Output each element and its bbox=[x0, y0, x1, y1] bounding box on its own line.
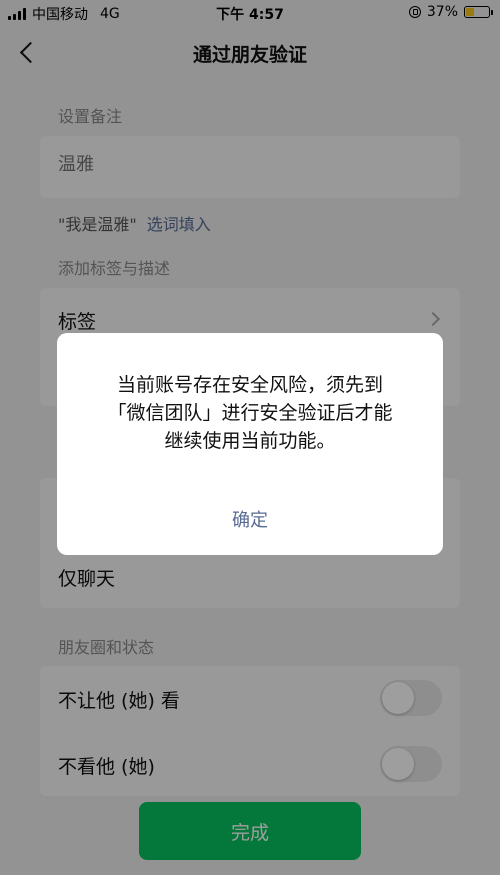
dialog-message-line: 当前账号存在安全风险，须先到 bbox=[116, 374, 383, 396]
dialog-message-line: 「微信团队」进行安全验证后才能 bbox=[107, 402, 393, 424]
dialog-message: 当前账号存在安全风险，须先到 「微信团队」进行安全验证后才能 继续使用当前功能。 bbox=[81, 371, 419, 455]
security-risk-dialog: 当前账号存在安全风险，须先到 「微信团队」进行安全验证后才能 继续使用当前功能。… bbox=[57, 333, 443, 555]
dialog-message-line: 继续使用当前功能。 bbox=[164, 430, 336, 452]
dialog-confirm-button[interactable]: 确定 bbox=[57, 503, 443, 539]
